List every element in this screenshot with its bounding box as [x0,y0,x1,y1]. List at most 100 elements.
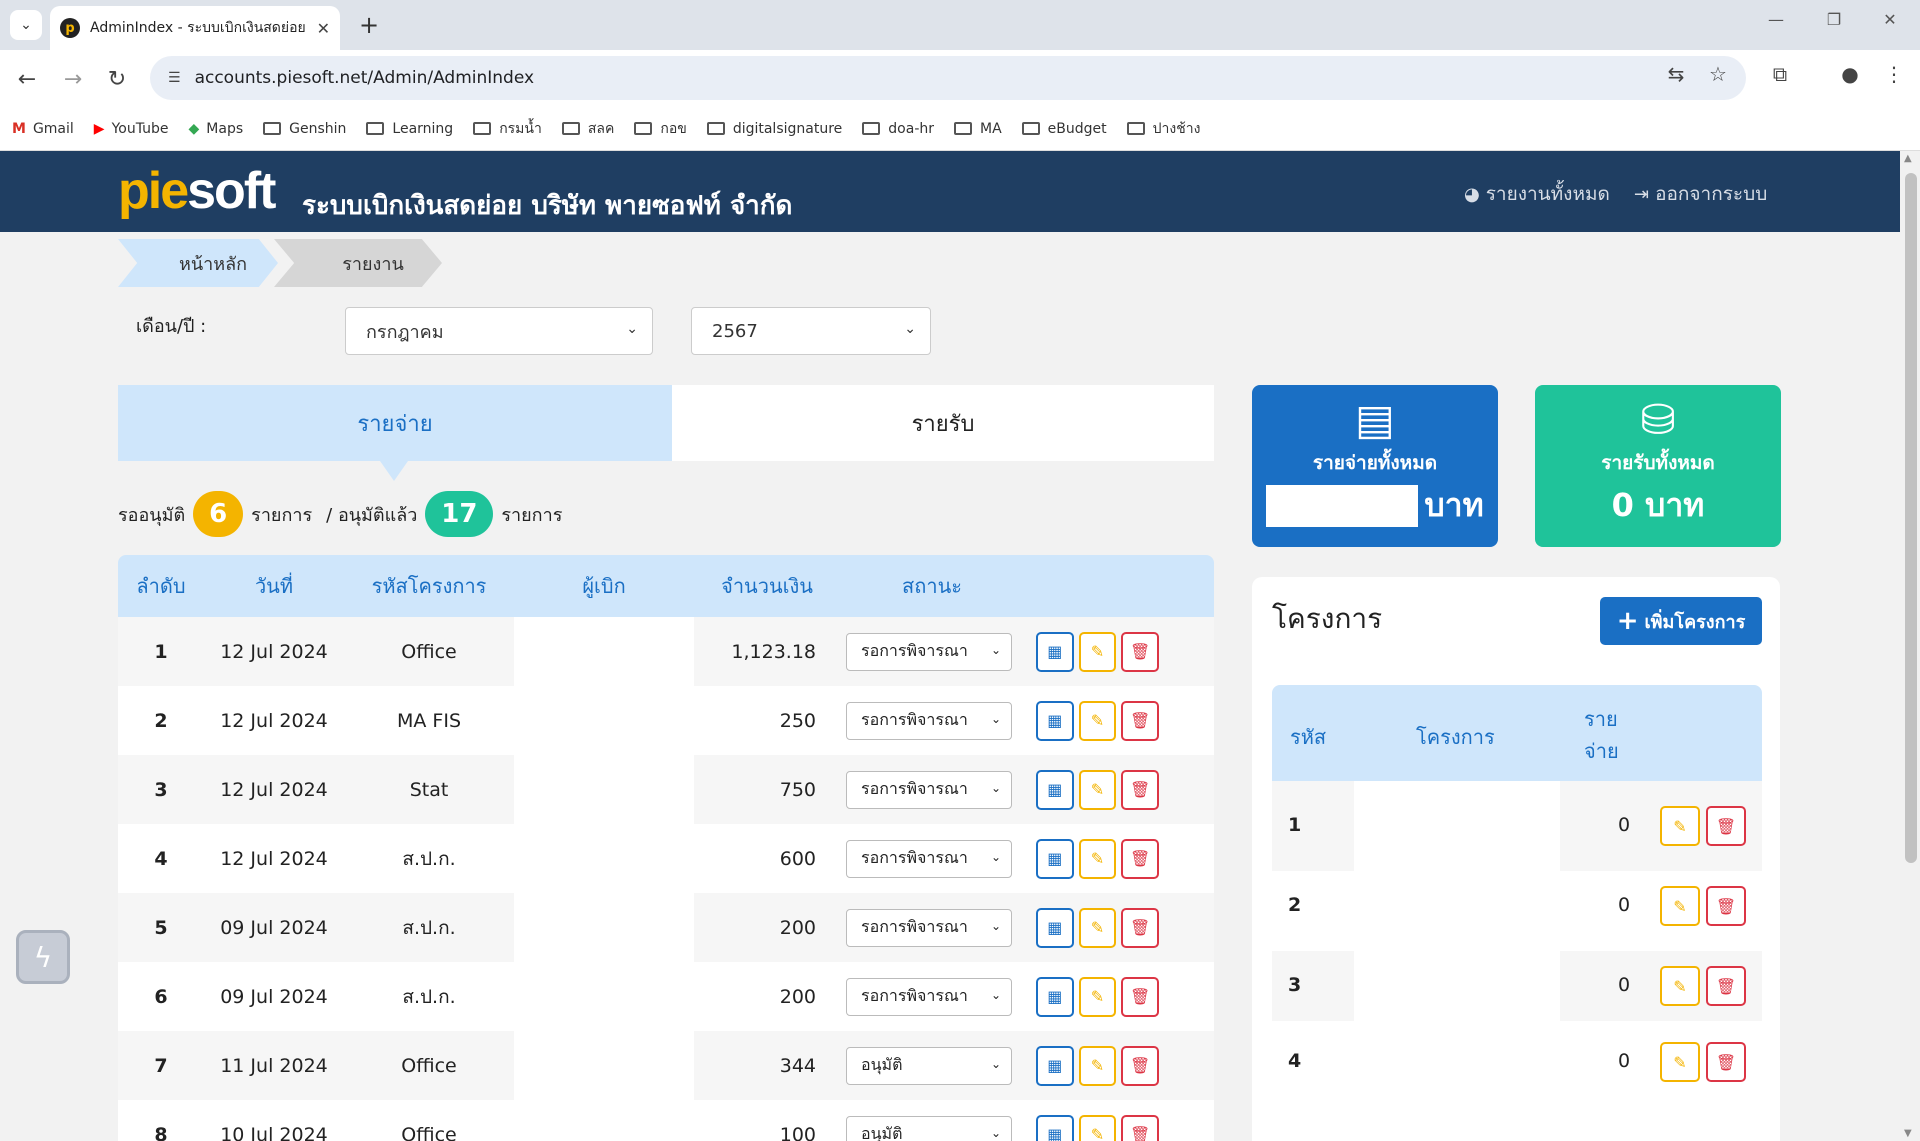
edit-project-button[interactable]: ✎ [1660,886,1700,926]
translate-icon[interactable]: ⇆ [1660,62,1692,86]
browser-tab[interactable]: p AdminIndex - ระบบเบิกเงินสดย่อย ✕ [50,6,340,50]
breadcrumb-report[interactable]: รายงาน [274,239,442,287]
url-text[interactable]: accounts.piesoft.net/Admin/AdminIndex [195,68,535,88]
back-icon[interactable]: ← [10,62,44,96]
edit-button[interactable]: ✎ [1078,700,1117,741]
delete-button[interactable]: 🗑 [1121,976,1160,1017]
chevron-down-icon: ⌄ [626,321,638,337]
row-no: 5 [154,916,168,939]
delete-button[interactable]: 🗑 [1121,1045,1160,1086]
year-select[interactable]: 2567 ⌄ [691,307,931,355]
bookmark-item[interactable]: กอข [634,118,687,140]
menu-icon[interactable]: ⋮ [1878,62,1910,86]
view-receipt-button[interactable]: ▦ [1036,700,1074,741]
row-status-select[interactable]: อนุมัติ ⌄ [846,1115,1012,1141]
month-year-label: เดือน/ปี : [136,316,207,337]
page-scrollbar[interactable]: ▲ ▼ [1900,151,1920,1141]
bookmark-item[interactable]: สลค [561,118,614,140]
logout-link[interactable]: ⇥ ออกจากระบบ [1634,179,1767,209]
delete-project-button[interactable]: 🗑 [1706,966,1746,1006]
edit-button[interactable]: ✎ [1078,1045,1117,1086]
delete-project-button[interactable]: 🗑 [1706,806,1746,846]
delete-button[interactable]: 🗑 [1121,1114,1160,1141]
pencil-icon: ✎ [1673,896,1687,916]
delete-button[interactable]: 🗑 [1121,631,1160,672]
edit-project-button[interactable]: ✎ [1660,966,1700,1006]
scrollbar-thumb[interactable] [1905,173,1917,863]
scroll-up-icon[interactable]: ▲ [1904,153,1912,164]
bookmark-item[interactable]: digitalsignature [706,121,842,137]
close-window-icon[interactable]: ✕ [1870,10,1910,29]
bookmark-item[interactable]: Genshin [263,121,346,137]
edit-button[interactable]: ✎ [1078,1114,1117,1141]
tab-income[interactable]: รายรับ [672,385,1214,461]
view-receipt-button[interactable]: ▦ [1036,976,1074,1017]
piesoft-logo[interactable]: piesoft [118,161,276,221]
tab-search-button[interactable]: ⌄ [10,10,42,40]
delete-project-button[interactable]: 🗑 [1706,886,1746,926]
edit-button[interactable]: ✎ [1078,631,1117,672]
bookmark-item[interactable]: กรมน้ำ [473,118,542,140]
view-receipt-button[interactable]: ▦ [1036,1114,1074,1141]
row-status-select[interactable]: อนุมัติ ⌄ [846,1046,1012,1085]
row-no: 6 [154,985,168,1008]
pencil-icon: ✎ [1090,918,1105,937]
delete-button[interactable]: 🗑 [1121,838,1160,879]
bookmark-item[interactable]: Learning [366,121,453,137]
receipt-icon: ▦ [1047,849,1063,868]
project-code: 3 [1288,974,1302,996]
table-header: ลำดับ วันที่ รหัสโครงการ ผู้เบิก จำนวนเง… [118,555,1214,617]
bookmark-star-icon[interactable]: ☆ [1702,62,1734,86]
bookmark-item[interactable]: ปางช้าง [1126,118,1200,140]
edit-project-button[interactable]: ✎ [1660,806,1700,846]
bookmark-item[interactable]: MA [954,121,1002,137]
breadcrumb-home[interactable]: หน้าหลัก [118,239,278,287]
edit-button[interactable]: ✎ [1078,976,1117,1017]
edit-button[interactable]: ✎ [1078,907,1117,948]
row-status-select[interactable]: รอการพิจารณา ⌄ [846,839,1012,878]
bookmark-item[interactable]: eBudget [1021,121,1107,137]
view-receipt-button[interactable]: ▦ [1036,838,1074,879]
view-receipt-button[interactable]: ▦ [1036,769,1074,810]
tab-close-icon[interactable]: ✕ [317,19,330,38]
view-receipt-button[interactable]: ▦ [1036,907,1074,948]
row-status-select[interactable]: รอการพิจารณา ⌄ [846,701,1012,740]
delete-button[interactable]: 🗑 [1121,769,1160,810]
profile-avatar-icon[interactable]: ● [1834,62,1866,86]
receipt-icon: ▦ [1047,1125,1063,1141]
receipt-icon: ▦ [1047,642,1063,661]
row-status-select[interactable]: รอการพิจารณา ⌄ [846,908,1012,947]
row-requester-redacted [514,824,694,893]
month-select[interactable]: กรกฎาคม ⌄ [345,307,653,355]
row-status-select[interactable]: รอการพิจารณา ⌄ [846,770,1012,809]
bookmark-item[interactable]: ▶ YouTube [94,121,169,137]
edit-button[interactable]: ✎ [1078,769,1117,810]
add-project-button[interactable]: + เพิ่มโครงการ [1600,597,1762,645]
report-link[interactable]: ◕ รายงานทั้งหมด [1464,179,1610,209]
site-info-icon[interactable]: ☰ [168,70,181,86]
view-receipt-button[interactable]: ▦ [1036,1045,1074,1086]
delete-button[interactable]: 🗑 [1121,907,1160,948]
row-status-select[interactable]: รอการพิจารณา ⌄ [846,977,1012,1016]
delete-project-button[interactable]: 🗑 [1706,1042,1746,1082]
reload-icon[interactable]: ↻ [100,62,134,96]
forward-icon[interactable]: → [56,62,90,96]
address-bar[interactable]: ☰ accounts.piesoft.net/Admin/AdminIndex [150,56,1746,100]
edit-project-button[interactable]: ✎ [1660,1042,1700,1082]
extensions-icon[interactable]: ⧉ [1764,62,1796,86]
edit-button[interactable]: ✎ [1078,838,1117,879]
bookmark-item[interactable]: ◆ Maps [189,121,244,137]
scroll-down-icon[interactable]: ▼ [1904,1128,1912,1139]
bookmark-item[interactable]: doa-hr [862,121,934,137]
delete-button[interactable]: 🗑 [1121,700,1160,741]
folder-icon [1021,122,1040,135]
row-status-select[interactable]: รอการพิจารณา ⌄ [846,632,1012,671]
minimize-icon[interactable]: — [1756,10,1796,29]
view-receipt-button[interactable]: ▦ [1036,631,1074,672]
restore-icon[interactable]: ❐ [1814,10,1854,29]
header-amount: จำนวนเงิน [721,574,813,598]
tab-expense[interactable]: รายจ่าย [118,385,672,481]
new-tab-button[interactable]: + [352,8,386,42]
floating-app-icon[interactable]: ϟ [16,930,70,984]
bookmark-item[interactable]: M Gmail [12,121,74,137]
